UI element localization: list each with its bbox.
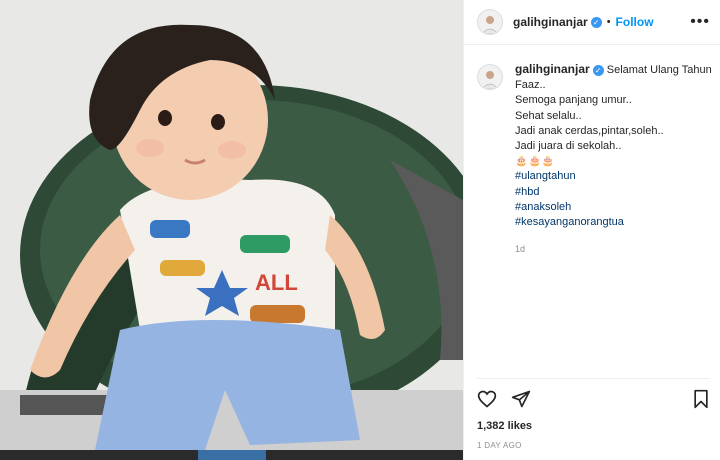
svg-text:ALL: ALL [255,270,298,295]
caption-line: Jadi anak cerdas,pintar,soleh.. [515,124,664,137]
post-details-panel: galihginanjar ✓ • Follow ••• galihginanj… [463,0,720,460]
profile-photo-icon [481,71,499,89]
caption-first-line: Selamat Ulang Tahun [606,64,712,76]
caption-line: Sehat selalu.. [515,109,582,122]
hashtag-link[interactable]: #hbd [515,185,712,200]
follow-button[interactable]: Follow [616,15,654,29]
caption-age: 1d [515,244,526,255]
action-bar [477,378,710,419]
verified-badge-icon: ✓ [592,65,604,77]
separator-dot: • [606,16,611,28]
hashtag-link[interactable]: #ulangtahun [515,169,712,184]
cake-emoji: 🎂🎂🎂 [515,156,556,168]
caption: galihginanjar ✓ Selamat Ulang Tahun Faaz.… [477,62,712,257]
profile-photo-icon [481,16,499,34]
verified-badge-icon: ✓ [590,16,602,28]
caption-line: Semoga panjang umur.. [515,94,632,107]
heart-icon[interactable] [477,389,497,409]
likes-count[interactable]: 1,382 likes [477,420,532,432]
caption-line: Faaz.. [515,79,546,92]
username[interactable]: galihginanjar [513,15,588,29]
caption-line: Jadi juara di sekolah.. [515,140,622,153]
post-header: galihginanjar ✓ • Follow ••• [464,0,720,45]
send-icon[interactable] [511,389,531,409]
post-timestamp: 1 DAY AGO [477,441,522,450]
caption-username[interactable]: galihginanjar [515,62,590,76]
photo-bottom-bar-segment [198,450,266,460]
caption-body: galihginanjar ✓ Selamat Ulang Tahun Faaz.… [515,62,712,257]
avatar[interactable] [477,9,503,35]
bookmark-icon[interactable] [692,389,710,409]
hashtag-link[interactable]: #anaksoleh [515,200,712,215]
post-photo[interactable]: ALL [0,0,463,460]
child-photo-illustration: ALL [0,0,463,460]
more-options-icon[interactable]: ••• [690,14,710,30]
photo-bottom-bar [0,450,463,460]
hashtag-link[interactable]: #kesayanganorangtua [515,215,712,230]
caption-avatar[interactable] [477,64,503,90]
